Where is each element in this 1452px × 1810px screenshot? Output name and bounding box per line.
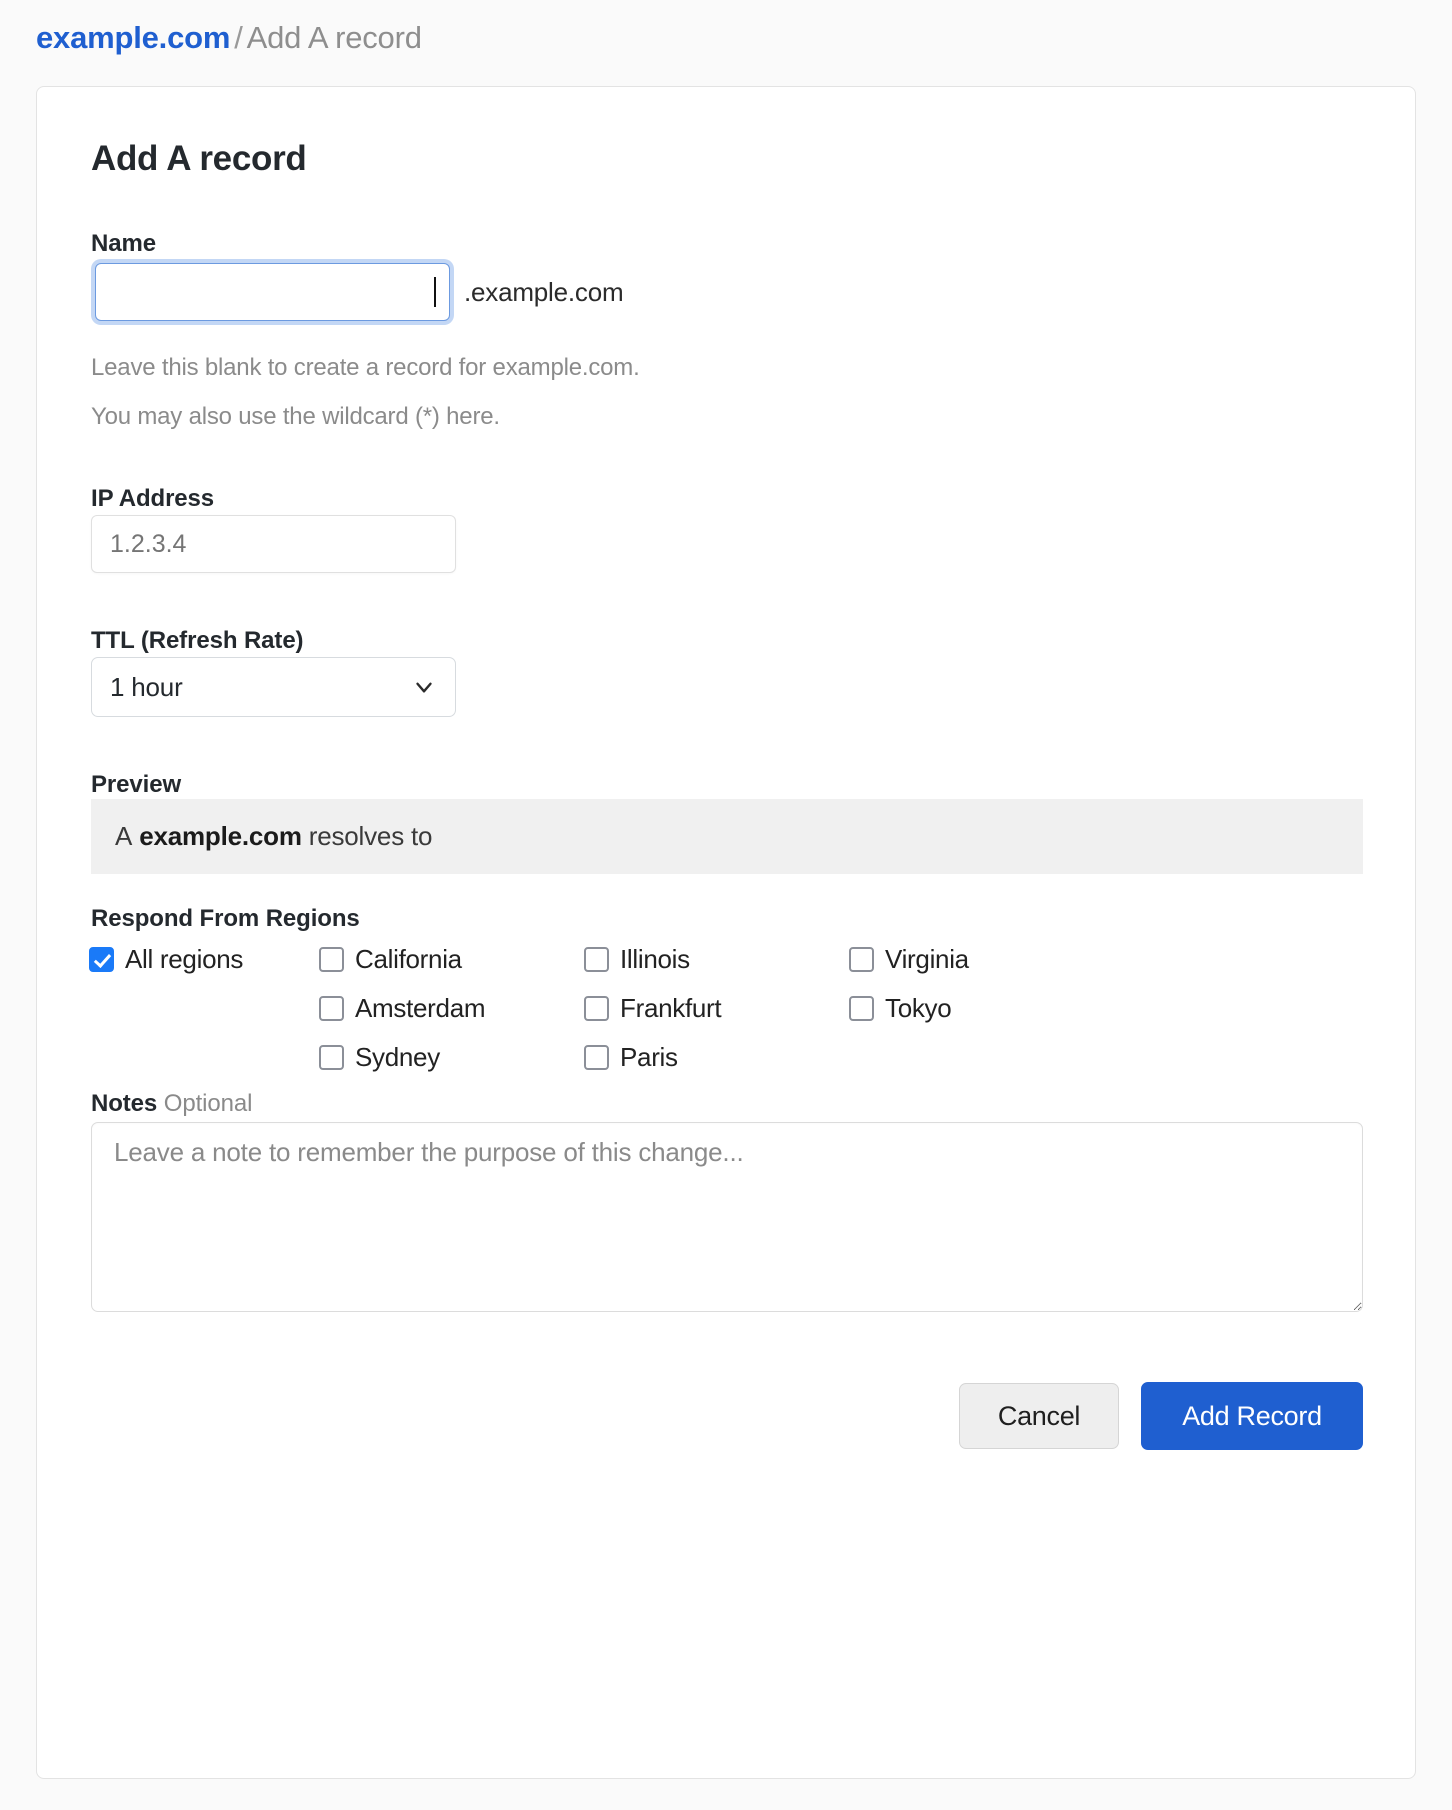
region-checkbox-california[interactable]: California bbox=[319, 939, 584, 980]
region-label: California bbox=[355, 944, 462, 974]
region-label: Virginia bbox=[885, 944, 969, 974]
page-root: example.com / Add A record Add A record Na… bbox=[0, 0, 1452, 1810]
preview-record-type: A bbox=[115, 821, 133, 851]
ttl-selected-value: 1 hour bbox=[110, 671, 183, 702]
notes-textarea[interactable] bbox=[91, 1122, 1363, 1312]
breadcrumb: example.com / Add A record bbox=[36, 20, 422, 56]
breadcrumb-separator: / bbox=[234, 20, 243, 55]
region-checkbox-paris[interactable]: Paris bbox=[584, 1037, 849, 1078]
region-label: Sydney bbox=[355, 1042, 440, 1072]
text-caret bbox=[434, 277, 436, 307]
checkbox-icon[interactable] bbox=[849, 947, 874, 972]
regions-label: Respond From Regions bbox=[91, 905, 360, 932]
notes-label: Notes Optional bbox=[91, 1090, 252, 1118]
region-label: Illinois bbox=[620, 944, 690, 974]
form-actions: Cancel Add Record bbox=[959, 1382, 1363, 1450]
add-record-card: Add A record Name .example.com Leave thi… bbox=[36, 86, 1416, 1779]
name-help-line-2: You may also use the wildcard (*) here. bbox=[91, 403, 500, 430]
region-label: All regions bbox=[125, 944, 244, 974]
ttl-label: TTL (Refresh Rate) bbox=[91, 627, 304, 654]
breadcrumb-domain-link[interactable]: example.com bbox=[36, 20, 230, 55]
name-help-line-1: Leave this blank to create a record for … bbox=[91, 354, 640, 381]
ip-address-label: IP Address bbox=[91, 485, 215, 512]
preview-text: A example.com resolves to bbox=[115, 821, 439, 852]
checkbox-icon[interactable] bbox=[319, 1045, 344, 1070]
region-label: Amsterdam bbox=[355, 993, 486, 1023]
add-record-button[interactable]: Add Record bbox=[1141, 1382, 1363, 1450]
region-checkbox-amsterdam[interactable]: Amsterdam bbox=[319, 988, 584, 1029]
cancel-button[interactable]: Cancel bbox=[959, 1383, 1119, 1449]
checkbox-icon[interactable] bbox=[89, 947, 114, 972]
region-checkbox-virginia[interactable]: Virginia bbox=[849, 939, 1089, 980]
region-checkbox-sydney[interactable]: Sydney bbox=[319, 1037, 584, 1078]
notes-label-text: Notes bbox=[91, 1090, 158, 1117]
checkbox-icon[interactable] bbox=[319, 947, 344, 972]
preview-resolves-text: resolves to bbox=[308, 821, 433, 851]
page-title: Add A record bbox=[91, 139, 307, 178]
ip-address-input[interactable] bbox=[91, 515, 456, 573]
checkbox-icon[interactable] bbox=[319, 996, 344, 1021]
region-checkbox-frankfurt[interactable]: Frankfurt bbox=[584, 988, 849, 1029]
region-label: Paris bbox=[620, 1042, 678, 1072]
preview-box: A example.com resolves to bbox=[91, 799, 1363, 874]
region-checkbox-tokyo[interactable]: Tokyo bbox=[849, 988, 1089, 1029]
name-label: Name bbox=[91, 230, 156, 257]
region-checkbox-all-regions[interactable]: All regions bbox=[89, 939, 319, 980]
name-input-focus-ring bbox=[91, 259, 454, 325]
name-field-row: .example.com bbox=[91, 259, 624, 325]
preview-label: Preview bbox=[91, 771, 182, 798]
breadcrumb-current: Add A record bbox=[246, 20, 422, 55]
checkbox-icon[interactable] bbox=[849, 996, 874, 1021]
region-label: Frankfurt bbox=[620, 993, 722, 1023]
regions-grid: All regions California Illinois Virginia… bbox=[89, 939, 1089, 1078]
ttl-select[interactable]: 1 hour bbox=[91, 657, 456, 717]
checkbox-icon[interactable] bbox=[584, 996, 609, 1021]
name-input[interactable] bbox=[95, 263, 450, 321]
chevron-down-icon bbox=[411, 674, 437, 700]
checkbox-icon[interactable] bbox=[584, 1045, 609, 1070]
name-domain-suffix: .example.com bbox=[464, 276, 624, 307]
checkbox-icon[interactable] bbox=[584, 947, 609, 972]
notes-optional-text: Optional bbox=[163, 1090, 253, 1117]
preview-record-name: example.com bbox=[139, 821, 302, 851]
region-checkbox-illinois[interactable]: Illinois bbox=[584, 939, 849, 980]
region-label: Tokyo bbox=[885, 993, 952, 1023]
